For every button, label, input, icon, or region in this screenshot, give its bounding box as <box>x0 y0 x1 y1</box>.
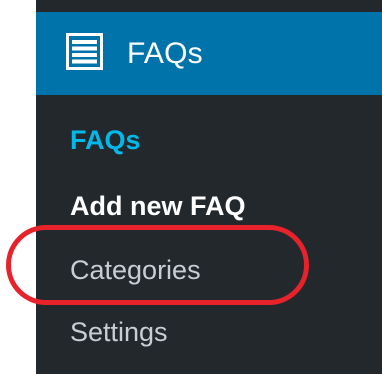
admin-sidebar-menu: FAQs FAQs Add new FAQ Categories Setting… <box>36 0 382 374</box>
submenu-item-settings[interactable]: Settings <box>70 312 168 352</box>
submenu-item-add-new-faq[interactable]: Add new FAQ <box>70 186 246 226</box>
menu-header-faqs[interactable]: FAQs <box>36 12 382 95</box>
menu-header-title: FAQs <box>127 37 203 70</box>
submenu-item-faqs[interactable]: FAQs <box>70 120 141 160</box>
list-icon <box>66 33 103 70</box>
submenu-item-categories[interactable]: Categories <box>70 250 201 290</box>
screenshot-frame: FAQs FAQs Add new FAQ Categories Setting… <box>0 0 382 374</box>
